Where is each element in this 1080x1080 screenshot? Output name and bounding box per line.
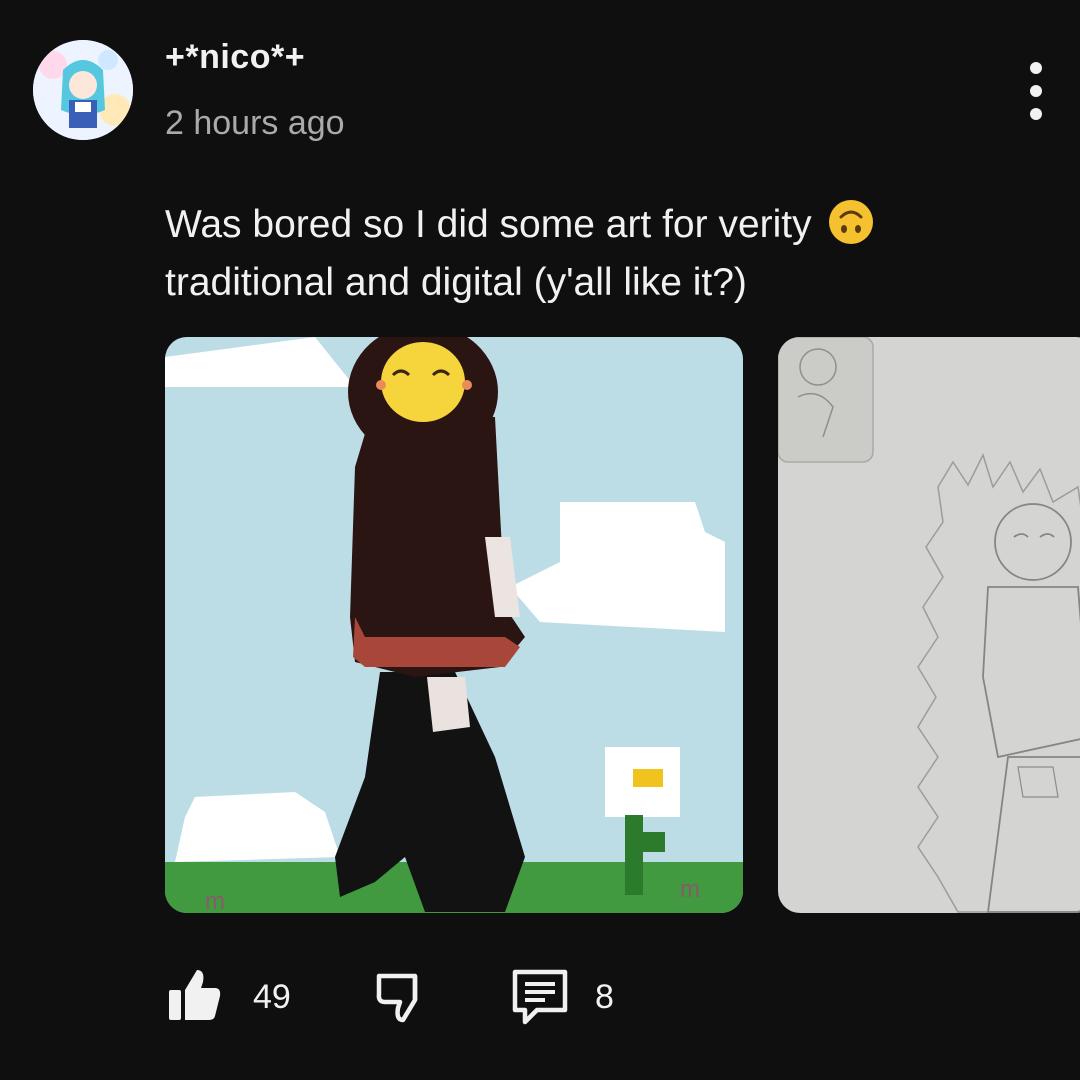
dislike-thumbs-down-icon[interactable]: [373, 966, 431, 1024]
post-image-digital[interactable]: m m: [165, 337, 743, 913]
more-options-icon[interactable]: [1016, 62, 1056, 120]
like-count: 49: [253, 978, 291, 1016]
avatar-image: [33, 40, 133, 140]
author-name[interactable]: +*nico*+: [165, 38, 305, 77]
post-actions: 49 8: [165, 966, 1065, 1030]
svg-text:m: m: [680, 876, 700, 903]
upside-down-face-emoji-icon: [829, 200, 874, 244]
comment-icon[interactable]: [509, 966, 571, 1028]
comment-count: 8: [595, 978, 614, 1016]
like-thumbs-up-icon[interactable]: [165, 966, 223, 1024]
post-image-sketch[interactable]: [778, 337, 1080, 913]
pencil-sketch-drawing: [778, 337, 1080, 913]
post-text-line1: Was bored so I did some art for verity: [165, 203, 812, 246]
digital-art-drawing: m m: [165, 337, 743, 913]
post-timestamp: 2 hours ago: [165, 104, 345, 142]
post-text: Was bored so I did some art for verity t…: [165, 196, 1025, 312]
author-avatar[interactable]: [33, 40, 133, 140]
svg-text:m: m: [205, 888, 225, 913]
post-text-line2: traditional and digital (y'all like it?): [165, 261, 747, 304]
